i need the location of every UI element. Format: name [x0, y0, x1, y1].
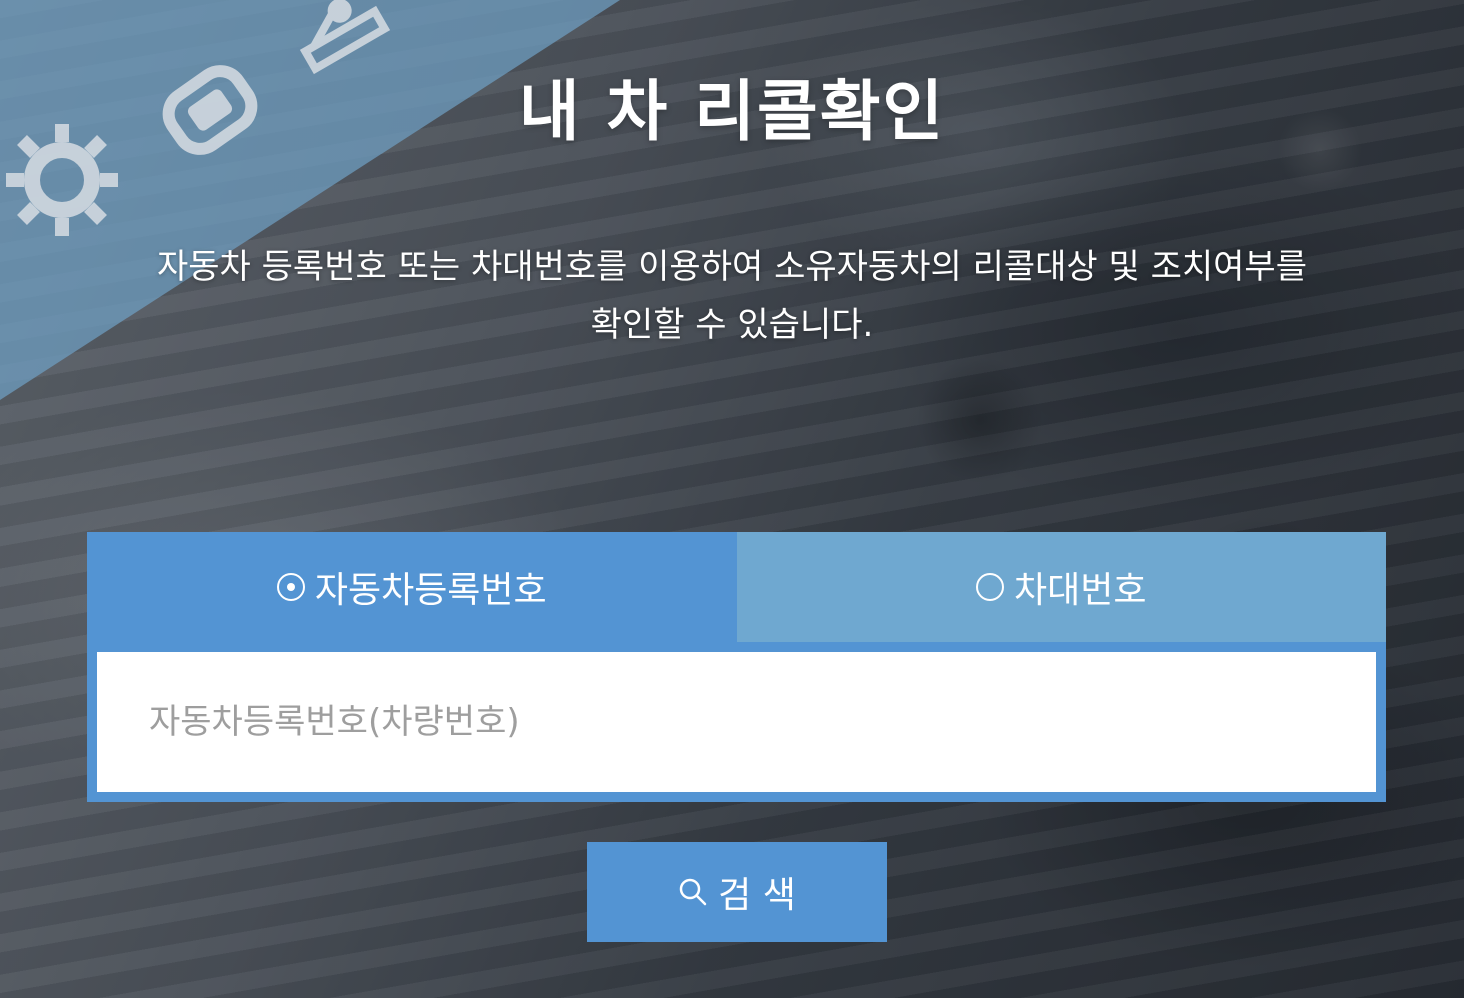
tab-registration-number[interactable]: 자동차등록번호	[87, 532, 737, 642]
search-type-tabs: 자동차등록번호 차대번호	[87, 532, 1386, 642]
tab-label: 자동차등록번호	[314, 570, 547, 611]
description-line-1: 자동차 등록번호 또는 차대번호를 이용하여 소유자동차의 리콜대상 및 조치여…	[157, 247, 1307, 287]
search-input[interactable]	[97, 652, 1376, 792]
search-button-label: 검 색	[718, 875, 796, 916]
search-button[interactable]: 검 색	[587, 842, 887, 942]
recall-check-page: 내 차 리콜확인 자동차 등록번호 또는 차대번호를 이용하여 소유자동차의 리…	[0, 0, 1464, 998]
description-line-2: 확인할 수 있습니다.	[590, 305, 874, 345]
page-title: 내 차 리콜확인	[518, 73, 946, 150]
page-description: 자동차 등록번호 또는 차대번호를 이용하여 소유자동차의 리콜대상 및 조치여…	[80, 238, 1384, 354]
search-icon	[679, 878, 707, 906]
search-input-frame	[87, 642, 1386, 802]
tab-vin[interactable]: 차대번호	[736, 532, 1386, 642]
radio-unchecked-icon[interactable]	[976, 573, 1004, 601]
radio-checked-icon[interactable]	[276, 573, 305, 601]
tab-label: 차대번호	[1014, 570, 1147, 611]
